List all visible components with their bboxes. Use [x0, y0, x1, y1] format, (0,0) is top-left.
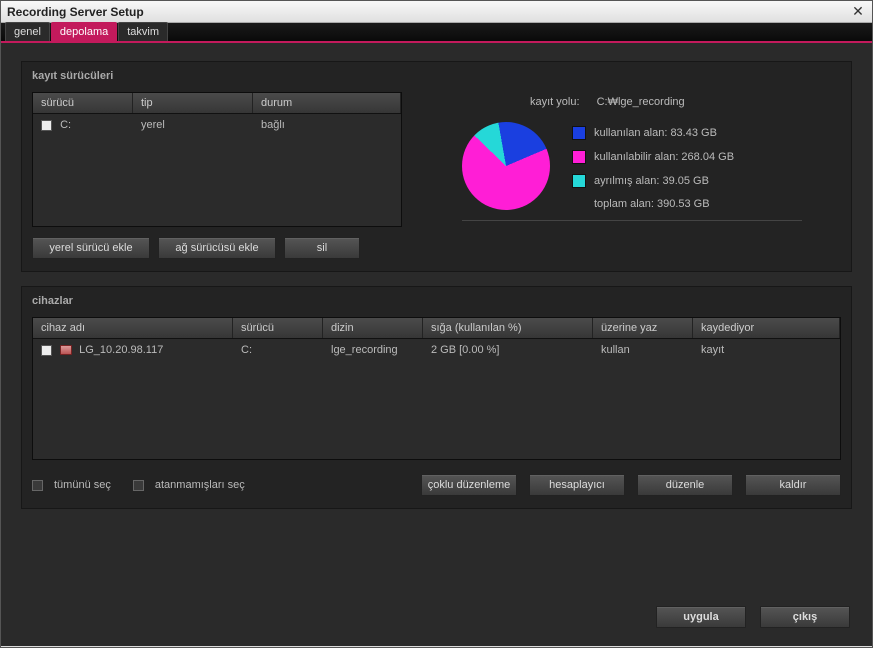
remove-button[interactable]: kaldır	[745, 474, 841, 496]
legend-reserved-label: ayrılmış alan: 39.05 GB	[594, 175, 709, 187]
drives-header-type[interactable]: tip	[133, 93, 253, 113]
device-row-checkbox[interactable]	[41, 345, 52, 356]
storage-pie-chart	[462, 122, 550, 210]
drives-grid: sürücü tip durum C: yere	[32, 92, 402, 227]
legend-available-label: kullanılabilir alan: 268.04 GB	[594, 151, 734, 163]
devices-header-recording[interactable]: kaydediyor	[693, 318, 840, 338]
legend-reserved: ayrılmış alan: 39.05 GB	[572, 174, 734, 188]
device-row-name: LG_10.20.98.117	[79, 344, 163, 356]
legend-used-label: kullanılan alan: 83.43 GB	[594, 127, 717, 139]
legend-total: toplam alan: 390.53 GB	[572, 198, 734, 210]
multi-edit-button[interactable]: çoklu düzenleme	[421, 474, 517, 496]
select-all-label: tümünü seç	[54, 479, 111, 491]
devices-header-dir[interactable]: dizin	[323, 318, 423, 338]
window-title: Recording Server Setup	[7, 5, 144, 19]
devices-header-overwrite[interactable]: üzerine yaz	[593, 318, 693, 338]
checkbox-icon	[32, 480, 43, 491]
legend-used: kullanılan alan: 83.43 GB	[572, 126, 734, 140]
device-row-overwrite: kullan	[593, 342, 693, 358]
drives-panel: kayıt sürücüleri sürücü tip durum	[21, 61, 852, 272]
add-network-drive-button[interactable]: ağ sürücüsü ekle	[158, 237, 276, 259]
close-icon[interactable]: ✕	[850, 3, 866, 20]
swatch-available-icon	[572, 150, 586, 164]
tab-strip: genel depolama takvim	[1, 23, 872, 43]
checkbox-icon	[133, 480, 144, 491]
apply-button[interactable]: uygula	[656, 606, 746, 628]
calculator-button[interactable]: hesaplayıcı	[529, 474, 625, 496]
device-row[interactable]: LG_10.20.98.117 C: lge_recording 2 GB [0…	[33, 339, 840, 361]
recording-server-window: Recording Server Setup ✕ genel depolama …	[0, 0, 873, 648]
devices-header-name[interactable]: cihaz adı	[33, 318, 233, 338]
drives-panel-title: kayıt sürücüleri	[22, 62, 851, 92]
tab-calendar[interactable]: takvim	[118, 22, 168, 41]
drives-header-drive[interactable]: sürücü	[33, 93, 133, 113]
content-area: kayıt sürücüleri sürücü tip durum	[1, 43, 872, 646]
camera-icon	[60, 345, 72, 355]
swatch-used-icon	[572, 126, 586, 140]
exit-button[interactable]: çıkış	[760, 606, 850, 628]
select-unassigned-checkbox[interactable]: atanmamışları seç	[133, 479, 245, 491]
tab-storage[interactable]: depolama	[51, 22, 117, 41]
devices-header-drive[interactable]: sürücü	[233, 318, 323, 338]
divider	[462, 220, 802, 221]
titlebar: Recording Server Setup ✕	[1, 1, 872, 23]
delete-drive-button[interactable]: sil	[284, 237, 360, 259]
devices-panel-title: cihazlar	[22, 287, 851, 317]
devices-header-capacity[interactable]: sığa (kullanılan %)	[423, 318, 593, 338]
drive-row-status: bağlı	[253, 117, 401, 133]
tab-general[interactable]: genel	[5, 22, 50, 41]
drive-row-name: C:	[60, 119, 71, 131]
legend-total-label: toplam alan: 390.53 GB	[594, 198, 710, 210]
device-row-dir: lge_recording	[323, 342, 423, 358]
devices-panel: cihazlar cihaz adı sürücü dizin sığa (ku…	[21, 286, 852, 509]
device-row-capacity: 2 GB [0.00 %]	[423, 342, 593, 358]
drive-row[interactable]: C: yerel bağlı	[33, 114, 401, 136]
record-path-label: kayıt yolu:	[530, 96, 580, 108]
drive-row-type: yerel	[133, 117, 253, 133]
record-path-value: C:₩lge_recording	[597, 96, 685, 108]
devices-grid: cihaz adı sürücü dizin sığa (kullanılan …	[32, 317, 841, 460]
swatch-reserved-icon	[572, 174, 586, 188]
device-row-recording: kayıt	[693, 342, 840, 358]
select-all-checkbox[interactable]: tümünü seç	[32, 479, 111, 491]
add-local-drive-button[interactable]: yerel sürücü ekle	[32, 237, 150, 259]
edit-button[interactable]: düzenle	[637, 474, 733, 496]
drive-row-checkbox[interactable]	[41, 120, 52, 131]
select-unassigned-label: atanmamışları seç	[155, 479, 245, 491]
device-row-drive: C:	[233, 342, 323, 358]
drives-header-status[interactable]: durum	[253, 93, 401, 113]
legend-available: kullanılabilir alan: 268.04 GB	[572, 150, 734, 164]
